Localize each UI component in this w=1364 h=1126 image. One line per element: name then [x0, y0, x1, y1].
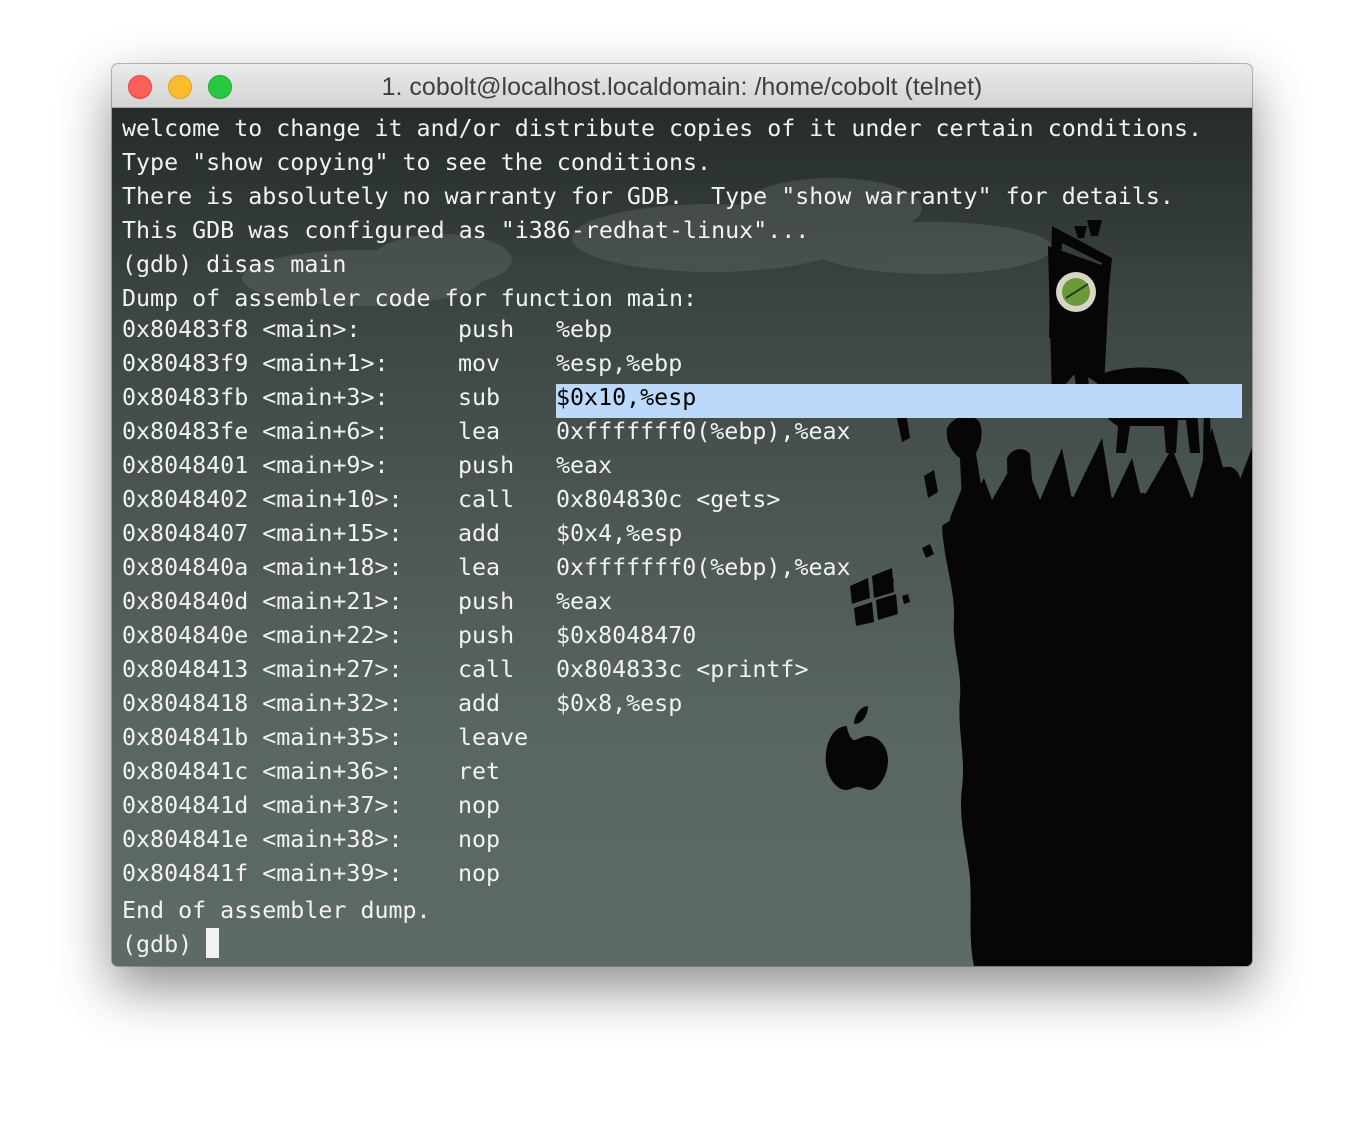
- asm-mnemonic: add: [458, 690, 501, 717]
- asm-row-selected: 0x80483fb <main+3>: sub $0x10,%esp: [122, 384, 1202, 418]
- output-line: This GDB was configured as "i386-redhat-…: [122, 217, 810, 244]
- asm-row: 0x804841c <main+36>: ret: [122, 758, 1202, 792]
- asm-address: 0x804841e <main+38>:: [122, 826, 403, 853]
- asm-row: 0x8048402 <main+10>: call 0x804830c <get…: [122, 486, 1202, 520]
- output-line: End of assembler dump.: [122, 897, 431, 924]
- asm-row: 0x804840e <main+22>: push $0x8048470: [122, 622, 1202, 656]
- asm-mnemonic: nop: [458, 792, 501, 819]
- asm-row: 0x804841e <main+38>: nop: [122, 826, 1202, 860]
- terminal-content[interactable]: welcome to change it and/or distribute c…: [112, 108, 1252, 966]
- asm-mnemonic: nop: [458, 860, 501, 887]
- asm-address: 0x80483fe <main+6>:: [122, 418, 389, 445]
- asm-operands: 0x804830c <gets>: [556, 486, 781, 513]
- asm-operands: %esp,%ebp: [556, 350, 683, 377]
- prompt-line[interactable]: (gdb): [122, 928, 1202, 962]
- command-line: (gdb) disas main: [122, 251, 347, 278]
- asm-mnemonic: lea: [458, 554, 501, 581]
- asm-mnemonic: call: [458, 486, 515, 513]
- terminal-output: welcome to change it and/or distribute c…: [122, 112, 1202, 962]
- output-line: welcome to change it and/or distribute c…: [122, 115, 1202, 142]
- asm-row: 0x804840a <main+18>: lea 0xfffffff0(%ebp…: [122, 554, 1202, 588]
- asm-row: 0x804841d <main+37>: nop: [122, 792, 1202, 826]
- asm-address: 0x80483f9 <main+1>:: [122, 350, 389, 377]
- asm-operands: 0xfffffff0(%ebp),%eax: [556, 554, 851, 581]
- close-button[interactable]: [128, 75, 152, 99]
- asm-operands-selected[interactable]: $0x10,%esp: [556, 384, 696, 411]
- asm-mnemonic: push: [458, 588, 515, 615]
- output-line: There is absolutely no warranty for GDB.…: [122, 183, 1174, 210]
- asm-row: 0x8048413 <main+27>: call 0x804833c <pri…: [122, 656, 1202, 690]
- asm-address: 0x80483fb <main+3>:: [122, 384, 389, 411]
- asm-address: 0x804841d <main+37>:: [122, 792, 403, 819]
- asm-operands: %ebp: [556, 316, 613, 343]
- asm-operands: %eax: [556, 588, 613, 615]
- asm-row: 0x804841b <main+35>: leave: [122, 724, 1202, 758]
- asm-address: 0x8048401 <main+9>:: [122, 452, 389, 479]
- asm-operands: $0x8,%esp: [556, 690, 683, 717]
- terminal-window: 1. cobolt@localhost.localdomain: /home/c…: [112, 64, 1252, 966]
- asm-row: 0x804841f <main+39>: nop: [122, 860, 1202, 894]
- title-bar[interactable]: 1. cobolt@localhost.localdomain: /home/c…: [112, 64, 1252, 108]
- window-title: 1. cobolt@localhost.localdomain: /home/c…: [381, 73, 983, 101]
- asm-address: 0x8048413 <main+27>:: [122, 656, 403, 683]
- asm-mnemonic: add: [458, 520, 501, 547]
- asm-mnemonic: sub: [458, 384, 501, 411]
- asm-row: 0x80483f9 <main+1>: mov %esp,%ebp: [122, 350, 1202, 384]
- asm-operands: %eax: [556, 452, 613, 479]
- asm-address: 0x804840e <main+22>:: [122, 622, 403, 649]
- asm-row: 0x8048407 <main+15>: add $0x4,%esp: [122, 520, 1202, 554]
- asm-row: 0x80483f8 <main>: push %ebp: [122, 316, 1202, 350]
- output-line: Dump of assembler code for function main…: [122, 285, 698, 312]
- asm-address: 0x804840a <main+18>:: [122, 554, 403, 581]
- asm-mnemonic: ret: [458, 758, 501, 785]
- asm-address: 0x8048407 <main+15>:: [122, 520, 403, 547]
- asm-mnemonic: push: [458, 622, 515, 649]
- asm-address: 0x80483f8 <main>:: [122, 316, 361, 343]
- asm-address: 0x804841c <main+36>:: [122, 758, 403, 785]
- asm-row: 0x8048418 <main+32>: add $0x8,%esp: [122, 690, 1202, 724]
- asm-address: 0x804841f <main+39>:: [122, 860, 403, 887]
- asm-address: 0x804841b <main+35>:: [122, 724, 403, 751]
- asm-mnemonic: push: [458, 452, 515, 479]
- asm-operands: 0xfffffff0(%ebp),%eax: [556, 418, 851, 445]
- asm-row: 0x80483fe <main+6>: lea 0xfffffff0(%ebp)…: [122, 418, 1202, 452]
- asm-mnemonic: push: [458, 316, 515, 343]
- asm-address: 0x8048418 <main+32>:: [122, 690, 403, 717]
- minimize-button[interactable]: [168, 75, 192, 99]
- asm-row: 0x8048401 <main+9>: push %eax: [122, 452, 1202, 486]
- asm-operands: $0x4,%esp: [556, 520, 683, 547]
- asm-address: 0x804840d <main+21>:: [122, 588, 403, 615]
- gdb-prompt: (gdb): [122, 931, 207, 958]
- asm-mnemonic: mov: [458, 350, 501, 377]
- asm-address: 0x8048402 <main+10>:: [122, 486, 403, 513]
- output-line: Type "show copying" to see the condition…: [122, 149, 712, 176]
- asm-mnemonic: call: [458, 656, 515, 683]
- asm-mnemonic: leave: [458, 724, 529, 751]
- text-cursor: [206, 928, 220, 958]
- asm-operands: $0x8048470: [556, 622, 697, 649]
- zoom-button[interactable]: [208, 75, 232, 99]
- asm-row: 0x804840d <main+21>: push %eax: [122, 588, 1202, 622]
- asm-operands: 0x804833c <printf>: [556, 656, 809, 683]
- asm-mnemonic: nop: [458, 826, 501, 853]
- asm-mnemonic: lea: [458, 418, 501, 445]
